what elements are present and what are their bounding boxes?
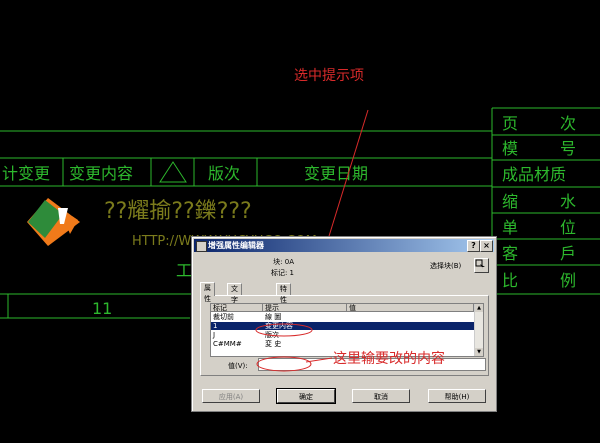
cell-client-a: 客 — [502, 244, 518, 263]
company-logo — [27, 198, 80, 246]
table-row[interactable]: J 版次 — [211, 331, 474, 339]
tag-label: 标记: 1 — [270, 269, 294, 277]
value-input[interactable] — [258, 358, 486, 371]
dialog-title: 增强属性编辑器 — [208, 241, 264, 250]
column-prompt[interactable]: 提示 — [263, 304, 347, 312]
cell-scale-b: 例 — [560, 271, 576, 290]
row-prompt: 版次 — [265, 331, 279, 339]
dialog-titlebar[interactable]: 增强属性编辑器 ? × — [194, 239, 494, 252]
table-row[interactable]: C#MM# 変 史 — [211, 340, 474, 348]
apply-button[interactable]: 应用(A) — [202, 389, 260, 403]
cell-mold-a: 模 — [502, 139, 518, 158]
help-icon[interactable]: ? — [467, 240, 480, 252]
cell-scale-a: 比 — [502, 271, 518, 290]
table-row-selected[interactable]: 1 变更内容 — [211, 322, 474, 330]
block-label: 块: 0A — [273, 258, 294, 266]
row-prompt: 線 圖 — [265, 313, 282, 321]
tab-attribute[interactable]: 属性 — [200, 282, 215, 303]
scroll-up-icon[interactable]: ▲ — [475, 304, 483, 312]
cell-page-a: 页 — [502, 114, 518, 133]
cell-material: 成品材质 — [502, 165, 566, 184]
enhanced-attribute-editor[interactable]: 增强属性编辑器 ? × 块: 0A 标记: 1 选择块(B) 属性 文字选项 特… — [191, 236, 497, 412]
select-block-label: 选择块(B) — [430, 262, 462, 270]
cell-unit-a: 单 — [502, 218, 518, 237]
column-value[interactable]: 值 — [347, 304, 474, 312]
close-icon[interactable]: × — [480, 240, 493, 252]
tab-text-options[interactable]: 文字选项 — [227, 283, 242, 326]
tab-properties[interactable]: 特性 — [276, 283, 291, 304]
help-button[interactable]: 帮助(H) — [428, 389, 486, 403]
ok-button[interactable]: 确定 — [276, 388, 336, 404]
column-tag[interactable]: 标记 — [211, 304, 263, 312]
attribute-list[interactable]: 标记 提示 值 裁切前 線 圖 1 变更内容 J 版次 C#MM# 変 史 ▲ … — [210, 303, 484, 357]
cell-revision: 版次 — [208, 164, 240, 183]
cancel-button[interactable]: 取消 — [352, 389, 410, 403]
scroll-down-icon[interactable]: ▼ — [475, 348, 483, 356]
cell-change-date: 变更日期 — [304, 164, 368, 183]
table-row[interactable]: 裁切前 線 圖 — [211, 313, 474, 321]
row-tag: C#MM# — [213, 340, 242, 348]
row-tag: 1 — [213, 322, 218, 330]
row-prompt: 变更内容 — [265, 322, 293, 330]
row-prompt: 変 史 — [265, 340, 282, 348]
cell-design-change: 计变更 — [2, 164, 50, 183]
select-hint-text: 选中提示项 — [294, 68, 364, 84]
cell-page-b: 次 — [560, 114, 576, 133]
row-tag: J — [213, 331, 216, 339]
company-name: ??耀揄??鑠??? — [104, 199, 252, 224]
value-label: 值(V): — [228, 362, 248, 370]
cell-shrink-b: 水 — [560, 192, 576, 211]
cell-mold-b: 号 — [560, 139, 576, 158]
pick-cursor-icon — [475, 259, 485, 269]
row-number: 11 — [92, 299, 112, 318]
select-block-button[interactable] — [474, 258, 489, 273]
cell-client-b: 戶 — [560, 244, 576, 263]
cell-shrink-a: 缩 — [502, 192, 518, 211]
cell-change-content: 变更内容 — [69, 164, 133, 183]
row-tag: 裁切前 — [213, 313, 234, 321]
app-icon — [196, 241, 207, 252]
cell-unit-b: 位 — [560, 218, 576, 237]
list-scrollbar[interactable]: ▲ ▼ — [474, 304, 483, 356]
company-partial: 工 — [176, 261, 192, 280]
